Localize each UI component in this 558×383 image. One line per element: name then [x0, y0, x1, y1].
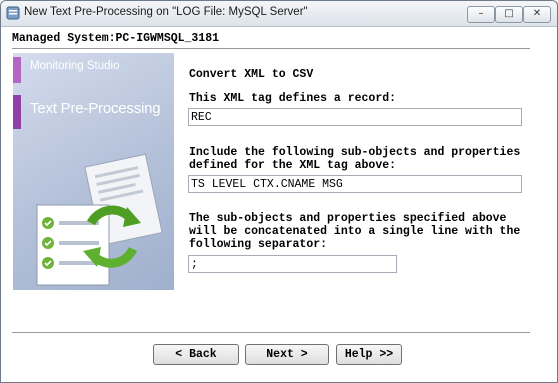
app-icon [6, 6, 20, 20]
separator-label: The sub-objects and properties specified… [189, 212, 521, 251]
record-tag-input[interactable]: REC [188, 108, 522, 126]
title-bar[interactable]: New Text Pre-Processing on "LOG File: My… [1, 1, 557, 27]
help-button[interactable]: Help >> [336, 344, 402, 365]
subobjects-input[interactable]: TS LEVEL CTX.CNAME MSG [188, 175, 522, 193]
conversion-mode-title: Convert XML to CSV [189, 68, 314, 81]
back-button[interactable]: < Back [153, 344, 239, 365]
maximize-button[interactable]: □ [495, 6, 523, 23]
top-divider [12, 48, 530, 49]
document-refresh-icon [36, 153, 163, 286]
separator-input[interactable]: ; [188, 255, 397, 273]
subobjects-label: Include the following sub-objects and pr… [189, 146, 521, 172]
close-button[interactable]: ✕ [523, 6, 551, 23]
window-title: New Text Pre-Processing on "LOG File: My… [24, 6, 308, 18]
minimize-button[interactable]: – [467, 6, 495, 23]
managed-system-label: Managed System:PC-IGWMSQL_3181 [12, 32, 220, 45]
next-button[interactable]: Next > [245, 344, 329, 365]
wizard-banner: Monitoring Studio Text Pre-Processing [13, 53, 174, 290]
dialog-window: New Text Pre-Processing on "LOG File: My… [0, 0, 558, 383]
record-tag-label: This XML tag defines a record: [189, 92, 397, 105]
bottom-divider [12, 332, 530, 333]
dialog-content: Managed System:PC-IGWMSQL_3181 Monitorin… [1, 27, 557, 382]
